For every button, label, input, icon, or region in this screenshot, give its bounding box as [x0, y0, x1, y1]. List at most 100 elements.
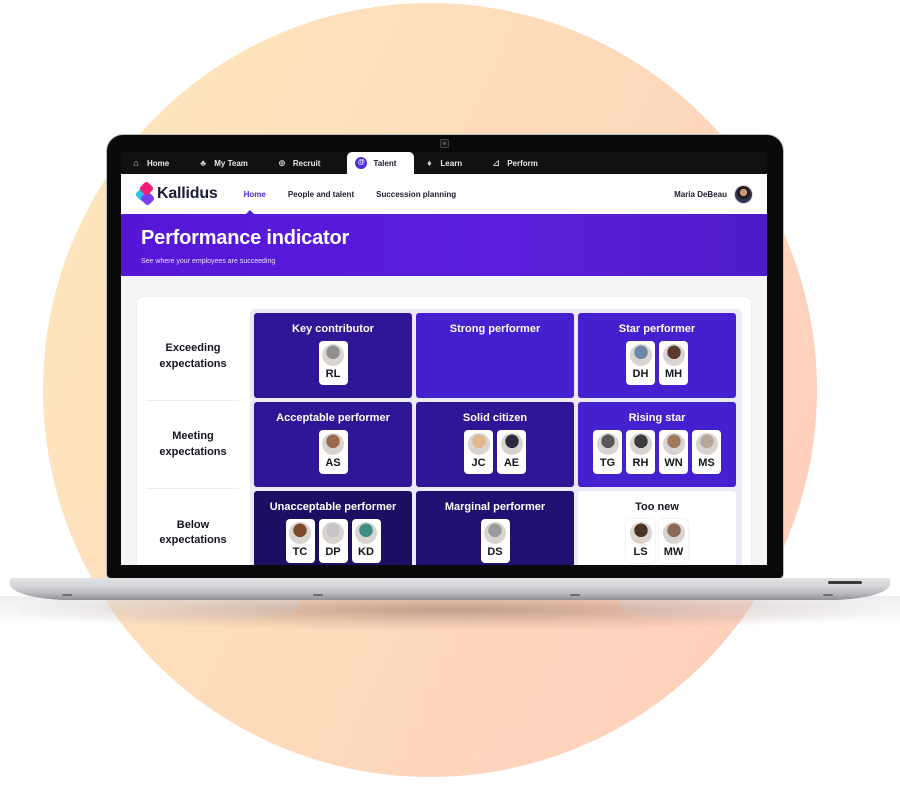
- employee-avatar: [322, 344, 344, 366]
- matrix-cell-unacceptable-performer[interactable]: Unacceptable performer TC DP KD: [254, 491, 412, 565]
- people-list: AS: [318, 430, 348, 474]
- employee-initials: LS: [633, 546, 648, 558]
- laptop-foot: [823, 594, 833, 596]
- performance-matrix-card: Exceeding expectations Meeting expectati…: [137, 297, 751, 565]
- recruit-icon: ⊕: [278, 157, 286, 168]
- laptop-foot: [62, 594, 72, 596]
- graduation-cap-icon: ♦: [427, 158, 432, 168]
- cell-title: Strong performer: [449, 323, 541, 335]
- nav-link-succession-planning[interactable]: Succession planning: [376, 190, 456, 199]
- employee-card[interactable]: WN: [659, 430, 688, 474]
- row-label-below: Below expectations: [159, 518, 227, 546]
- employee-avatar: [596, 433, 619, 455]
- people-list: LS MW: [626, 519, 688, 563]
- employee-avatar: [662, 433, 685, 455]
- employee-initials: RH: [632, 457, 649, 469]
- employee-card[interactable]: TC: [285, 519, 315, 563]
- cell-title: Star performer: [618, 323, 696, 335]
- matrix-cell-star-performer[interactable]: Star performer DH MH: [578, 313, 736, 398]
- cell-title: Acceptable performer: [276, 412, 390, 424]
- app-tab-perform[interactable]: ⊿ Perform: [489, 152, 551, 174]
- page-title: Performance indicator: [141, 227, 350, 249]
- app-tab-bar: ⌂ Home ♣ My Team ⊕ Recruit @ Talent ♦ Le…: [121, 152, 767, 174]
- app-tab-recruit[interactable]: ⊕ Recruit: [275, 152, 334, 174]
- user-avatar[interactable]: [734, 184, 753, 204]
- app-tab-my-team[interactable]: ♣ My Team: [196, 152, 261, 174]
- webcam-icon: [440, 139, 449, 148]
- app-tab-talent[interactable]: @ Talent: [347, 152, 415, 174]
- matrix-cell-rising-star[interactable]: Rising star TG RH WN MS: [578, 402, 736, 487]
- employee-card[interactable]: DP: [318, 519, 348, 563]
- app-tab-label: Perform: [507, 158, 538, 168]
- employee-initials: AS: [325, 457, 341, 469]
- employee-card[interactable]: RH: [626, 430, 655, 474]
- top-nav: Kallidus Home People and talent Successi…: [121, 174, 767, 215]
- matrix-cell-solid-citizen[interactable]: Solid citizen JC AE: [416, 402, 574, 487]
- employee-card[interactable]: LS: [626, 519, 655, 563]
- row-labels: Exceeding expectations Meeting expectati…: [147, 313, 239, 565]
- employee-avatar: [322, 522, 344, 544]
- employee-avatar: [289, 522, 311, 544]
- cell-title: Rising star: [628, 412, 686, 424]
- matrix-cell-key-contributor[interactable]: Key contributor RL: [254, 313, 412, 398]
- employee-initials: RL: [325, 368, 341, 380]
- laptop-foot: [313, 594, 323, 596]
- laptop-foot: [570, 594, 580, 596]
- cell-title: Unacceptable performer: [269, 501, 397, 513]
- kallidus-logo-icon: [134, 180, 156, 207]
- user-name[interactable]: Maria DeBeau: [674, 190, 727, 199]
- brand-name: Kallidus: [157, 185, 218, 202]
- app-tab-home[interactable]: ⌂ Home: [129, 152, 182, 174]
- people-list: JC AE: [464, 430, 526, 474]
- employee-card[interactable]: MW: [659, 519, 688, 563]
- laptop-base: [10, 578, 890, 600]
- cell-title: Too new: [635, 501, 679, 513]
- employee-initials: WN: [664, 457, 683, 469]
- employee-avatar: [695, 433, 718, 455]
- matrix-cell-strong-performer[interactable]: Strong performer: [416, 313, 574, 398]
- employee-avatar: [484, 522, 506, 544]
- home-icon: ⌂: [133, 158, 139, 168]
- chart-icon: ⊿: [492, 157, 500, 168]
- app-tab-label: Home: [147, 158, 170, 168]
- employee-card[interactable]: JC: [464, 430, 493, 474]
- page-subtitle: See where your employees are succeeding: [141, 258, 276, 265]
- employee-avatar: [467, 433, 490, 455]
- matrix-cell-marginal-performer[interactable]: Marginal performer DS: [416, 491, 574, 565]
- matrix-cell-too-new[interactable]: Too new LS MW: [578, 491, 736, 565]
- employee-initials: AE: [503, 457, 520, 469]
- employee-card[interactable]: MH: [659, 341, 688, 385]
- employee-card[interactable]: AE: [497, 430, 526, 474]
- employee-initials: TG: [599, 457, 616, 469]
- employee-card[interactable]: DH: [626, 341, 655, 385]
- active-nav-indicator: [245, 210, 255, 215]
- row-label-exceeding: Exceeding expectations: [147, 313, 239, 401]
- employee-card[interactable]: DS: [480, 519, 510, 563]
- employee-initials: DH: [632, 368, 649, 380]
- row-label-meeting: Meeting expectations: [147, 401, 239, 489]
- employee-initials: JC: [471, 457, 486, 469]
- people-list: RL: [318, 341, 348, 385]
- employee-avatar: [629, 522, 652, 544]
- nav-link-people-and-talent[interactable]: People and talent: [288, 190, 354, 199]
- employee-card[interactable]: MS: [692, 430, 721, 474]
- performance-grid: Key contributor RL Strong performer Star pe…: [250, 309, 742, 565]
- employee-initials: TC: [292, 546, 308, 558]
- app-tab-label: My Team: [214, 158, 248, 168]
- cell-title: Marginal performer: [444, 501, 546, 513]
- employee-initials: MW: [663, 546, 684, 558]
- employee-card[interactable]: RL: [318, 341, 348, 385]
- employee-avatar: [662, 522, 685, 544]
- employee-initials: MH: [664, 368, 683, 380]
- employee-card[interactable]: AS: [318, 430, 348, 474]
- employee-initials: MS: [698, 457, 715, 469]
- employee-avatar: [629, 433, 652, 455]
- app-tab-label: Learn: [440, 158, 463, 168]
- matrix-cell-acceptable-performer[interactable]: Acceptable performer AS: [254, 402, 412, 487]
- people-list: DH MH: [626, 341, 688, 385]
- employee-card[interactable]: KD: [351, 519, 381, 563]
- employee-card[interactable]: TG: [593, 430, 622, 474]
- app-tab-learn[interactable]: ♦ Learn: [422, 152, 475, 174]
- brand-logo[interactable]: Kallidus: [134, 180, 218, 207]
- nav-link-home[interactable]: Home: [244, 190, 266, 199]
